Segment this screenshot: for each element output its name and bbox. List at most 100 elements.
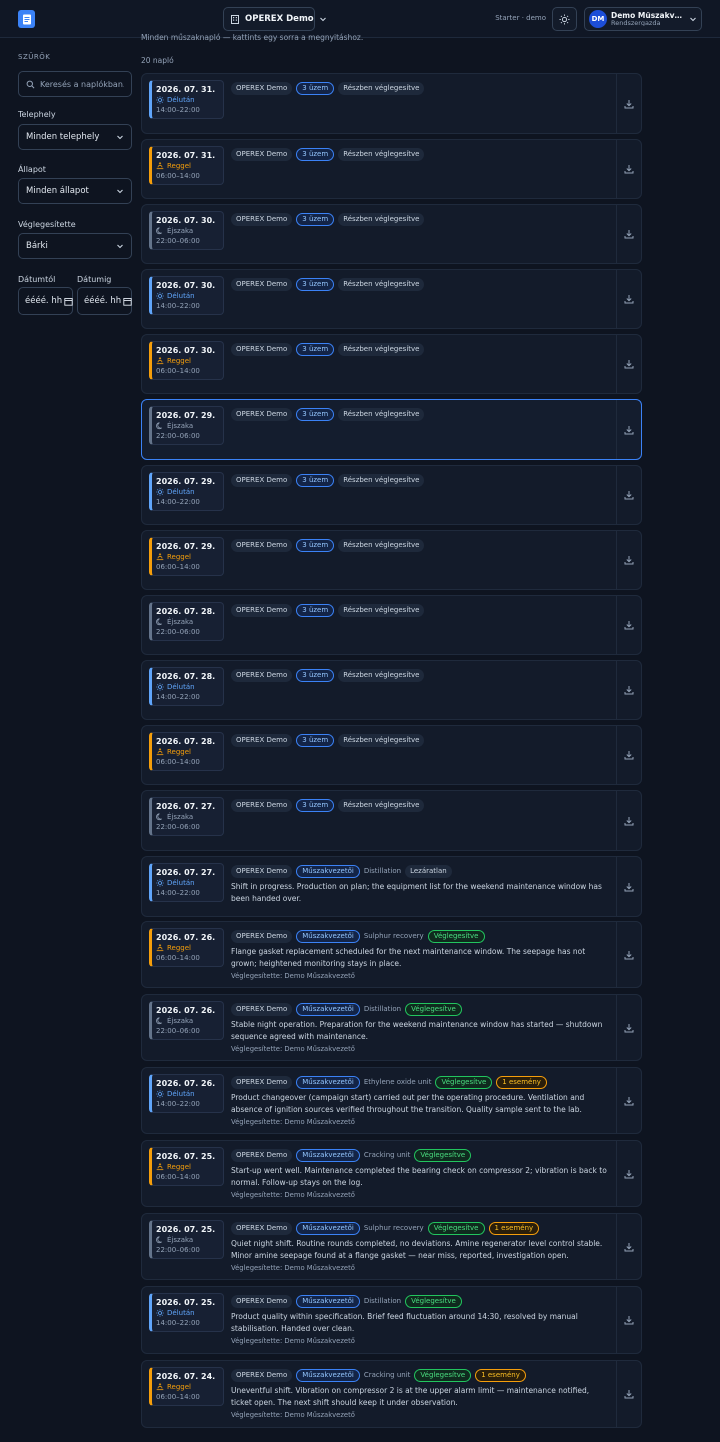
- status-badge: Részben véglegesítve: [338, 407, 425, 421]
- shift-time: 22:00–06:00: [156, 236, 200, 245]
- download-button[interactable]: [616, 1214, 640, 1279]
- theme-toggle-button[interactable]: [552, 7, 577, 31]
- status-badge: Részben véglegesítve: [338, 668, 425, 682]
- shift-date: 2026. 07. 25.: [156, 1225, 216, 1234]
- download-button[interactable]: [616, 466, 640, 524]
- log-description: Start-up went well. Maintenance complete…: [231, 1166, 607, 1187]
- finalizer-filter-select[interactable]: Bárki: [18, 233, 132, 259]
- log-row[interactable]: 2026. 07. 28. Reggel 06:00–14:00 OPEREX …: [141, 725, 642, 785]
- download-button[interactable]: [616, 1361, 640, 1427]
- download-button[interactable]: [616, 335, 640, 393]
- status-badge: Részben véglegesítve: [338, 798, 425, 812]
- log-row[interactable]: 2026. 07. 28. Éjszaka 22:00–06:00 OPEREX…: [141, 595, 642, 655]
- scope-badge: 3 üzem: [296, 277, 335, 291]
- log-row[interactable]: 2026. 07. 30. Éjszaka 22:00–06:00 OPEREX…: [141, 204, 642, 264]
- scope-badge: 3 üzem: [296, 798, 335, 812]
- download-button[interactable]: [616, 922, 640, 987]
- download-button[interactable]: [616, 791, 640, 850]
- shift-label: Délután: [167, 1309, 195, 1318]
- shift-label: Reggel: [167, 553, 191, 562]
- event-badge: 1 esemény: [488, 1221, 540, 1235]
- unit-label: Distillation: [363, 1005, 402, 1013]
- download-button[interactable]: [616, 1141, 640, 1206]
- shift-name: Reggel: [156, 943, 223, 954]
- log-row[interactable]: 2026. 07. 27. Délután 14:00–22:00 OPEREX…: [141, 856, 642, 917]
- shift-label: Éjszaka: [167, 1236, 194, 1245]
- sun-icon: [156, 879, 164, 888]
- log-row[interactable]: 2026. 07. 27. Éjszaka 22:00–06:00 OPEREX…: [141, 790, 642, 851]
- log-row[interactable]: 2026. 07. 26. Délután 14:00–22:00 OPEREX…: [141, 1067, 642, 1134]
- log-row[interactable]: 2026. 07. 25. Éjszaka 22:00–06:00 OPEREX…: [141, 1213, 642, 1280]
- log-row[interactable]: 2026. 07. 25. Reggel 06:00–14:00 OPEREX …: [141, 1140, 642, 1207]
- shift-label: Délután: [167, 683, 195, 692]
- download-button[interactable]: [616, 995, 640, 1060]
- shift-date: 2026. 07. 31.: [156, 151, 216, 160]
- shift-label: Éjszaka: [167, 1017, 194, 1026]
- chevron-down-icon: [116, 242, 124, 250]
- download-button[interactable]: [616, 661, 640, 719]
- download-button[interactable]: [616, 857, 640, 916]
- status-filter-select[interactable]: Minden állapot: [18, 178, 132, 204]
- site-badge: OPEREX Demo: [231, 147, 293, 161]
- status-badge: Részben véglegesítve: [338, 538, 425, 552]
- log-row[interactable]: 2026. 07. 29. Reggel 06:00–14:00 OPEREX …: [141, 530, 642, 590]
- download-icon: [624, 1169, 634, 1179]
- user-menu[interactable]: DM Demo Műszakvez… Rendszergazda: [584, 7, 702, 31]
- log-description: Shift in progress. Production on plan; t…: [231, 882, 602, 903]
- download-button[interactable]: [616, 1287, 640, 1353]
- download-button[interactable]: [616, 140, 640, 198]
- shift-time: 14:00–22:00: [156, 105, 200, 114]
- download-icon: [624, 1096, 634, 1106]
- status-badge: Véglegesítve: [427, 929, 485, 943]
- app-logo-icon[interactable]: [18, 10, 35, 28]
- log-row[interactable]: 2026. 07. 26. Reggel 06:00–14:00 OPEREX …: [141, 921, 642, 988]
- log-row[interactable]: 2026. 07. 30. Délután 14:00–22:00 OPEREX…: [141, 269, 642, 329]
- download-button[interactable]: [616, 596, 640, 654]
- shift-name: Reggel: [156, 161, 223, 172]
- shift-date-block: 2026. 07. 24. Reggel 06:00–14:00: [149, 1367, 224, 1407]
- log-description: Flange gasket replacement scheduled for …: [231, 947, 586, 968]
- download-button[interactable]: [616, 726, 640, 784]
- download-button[interactable]: [616, 270, 640, 328]
- log-row[interactable]: 2026. 07. 29. Éjszaka 22:00–06:00 OPEREX…: [141, 399, 642, 460]
- moon-icon: [156, 813, 164, 821]
- search-field[interactable]: [18, 71, 132, 97]
- organization-selector[interactable]: OPEREX Demo: [223, 7, 326, 31]
- download-button[interactable]: [616, 1068, 640, 1133]
- log-row[interactable]: 2026. 07. 26. Éjszaka 22:00–06:00 OPEREX…: [141, 994, 642, 1061]
- shift-name: Reggel: [156, 747, 223, 758]
- search-icon: [26, 80, 35, 89]
- log-content: OPEREX Demo 3 üzem Részben véglegesítve: [231, 538, 611, 552]
- user-role: Rendszergazda: [611, 18, 661, 27]
- shift-name: Délután: [156, 1089, 223, 1100]
- scope-badge: Műszakvezetői: [296, 1221, 360, 1235]
- scope-badge: Műszakvezetői: [296, 1002, 360, 1016]
- download-button[interactable]: [616, 400, 640, 459]
- log-description: Product quality within specification. Br…: [231, 1312, 578, 1333]
- date-to-input[interactable]: éééé. hh: [77, 287, 132, 315]
- log-row[interactable]: 2026. 07. 31. Délután 14:00–22:00 OPEREX…: [141, 73, 642, 134]
- shift-date: 2026. 07. 26.: [156, 1006, 216, 1015]
- log-row[interactable]: 2026. 07. 31. Reggel 06:00–14:00 OPEREX …: [141, 139, 642, 199]
- sunrise-icon: [156, 1383, 164, 1391]
- chevron-down-icon: [116, 133, 124, 141]
- shift-name: Éjszaka: [156, 812, 223, 823]
- log-row[interactable]: 2026. 07. 29. Délután 14:00–22:00 OPEREX…: [141, 465, 642, 525]
- search-input[interactable]: [40, 79, 124, 89]
- download-button[interactable]: [616, 205, 640, 263]
- shift-date-block: 2026. 07. 31. Délután 14:00–22:00: [149, 80, 224, 120]
- status-badge: Részben véglegesítve: [338, 212, 425, 226]
- log-row[interactable]: 2026. 07. 25. Délután 14:00–22:00 OPEREX…: [141, 1286, 642, 1354]
- log-badges: OPEREX Demo 3 üzem Részben véglegesítve: [231, 733, 611, 747]
- site-badge: OPEREX Demo: [231, 473, 293, 487]
- site-badge: OPEREX Demo: [231, 1075, 293, 1089]
- log-row[interactable]: 2026. 07. 24. Reggel 06:00–14:00 OPEREX …: [141, 1360, 642, 1428]
- download-button[interactable]: [616, 531, 640, 589]
- download-button[interactable]: [616, 74, 640, 133]
- log-row[interactable]: 2026. 07. 30. Reggel 06:00–14:00 OPEREX …: [141, 334, 642, 394]
- finalized-by: Véglegesítette: Demo Műszakvezető: [231, 1118, 355, 1126]
- site-filter-select[interactable]: Minden telephely: [18, 124, 132, 150]
- date-from-input[interactable]: éééé. hh: [18, 287, 73, 315]
- log-row[interactable]: 2026. 07. 28. Délután 14:00–22:00 OPEREX…: [141, 660, 642, 720]
- shift-label: Reggel: [167, 748, 191, 757]
